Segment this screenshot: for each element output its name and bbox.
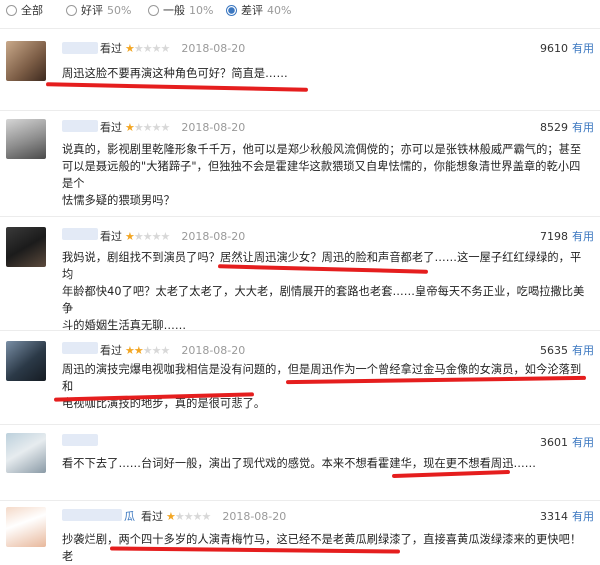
vote-area: 3601 有用 (540, 434, 594, 450)
watch-status: 看过 (100, 42, 122, 55)
review-text: 说真的，影视剧里乾隆形象千千万，他可以是郑少秋般风流倜傥的；亦可以是张铁林般威严… (62, 141, 587, 209)
review-item: 看过 ★★★★★ 2018-08-20 7198 有用 我妈说，剧组找不到演员了… (0, 216, 600, 332)
rating-stars-icon: ★★★★★ (125, 41, 170, 55)
username-tail[interactable]: 瓜 (124, 508, 135, 524)
review-date: 2018-08-20 (181, 120, 246, 134)
useful-button[interactable]: 有用 (572, 228, 594, 244)
red-underline (45, 82, 309, 92)
rating-filter-bar: 全部 好评 50% 一般 10% 差评 40% (0, 0, 600, 22)
review-line: 周迅这脸不要再演这种角色可好？简直是…… (62, 67, 288, 80)
review-header: 看过 ★★★★★ 2018-08-20 (100, 343, 246, 358)
review-date: 2018-08-20 (181, 343, 246, 357)
review-header: 看过 ★★★★★ 2018-08-20 (100, 120, 246, 135)
useful-button[interactable]: 有用 (572, 508, 594, 524)
review-item: 瓜 看过 ★★★★★ 2018-08-20 3314 有用 抄袭烂剧，两个四十多… (0, 500, 600, 563)
watch-status: 看过 (141, 510, 163, 523)
blurred-username[interactable] (62, 342, 98, 354)
useful-button[interactable]: 有用 (572, 40, 594, 56)
review-item: 看过 ★★★★★ 2018-08-20 8529 有用 说真的，影视剧里乾隆形象… (0, 110, 600, 211)
radio-icon[interactable] (148, 4, 159, 16)
review-text: 周迅的演技完爆电视咖我相信是没有问题的，但是周迅作为一个曾经拿过金马金像的女演员… (62, 361, 587, 412)
avatar[interactable] (6, 341, 46, 381)
useful-button[interactable]: 有用 (572, 119, 594, 135)
filter-label: 一般 (163, 4, 185, 17)
vote-count: 3601 (540, 435, 568, 449)
filter-positive[interactable]: 好评 50% (66, 2, 131, 18)
review-header: 瓜 看过 ★★★★★ 2018-08-20 (124, 508, 287, 524)
filter-percent: 40% (267, 3, 292, 17)
blurred-username[interactable] (62, 42, 98, 54)
radio-selected-icon[interactable] (226, 4, 237, 16)
vote-area: 3314 有用 (540, 508, 594, 524)
review-date: 2018-08-20 (181, 41, 246, 55)
vote-area: 9610 有用 (540, 40, 594, 56)
review-item: 看过 ★★★★★ 2018-08-20 9610 有用 周迅这脸不要再演这种角色… (0, 28, 600, 107)
vote-area: 7198 有用 (540, 228, 594, 244)
review-header: 看过 ★★★★★ 2018-08-20 (100, 229, 246, 244)
filter-label: 好评 (81, 4, 103, 17)
rating-stars-icon: ★★★★★ (125, 343, 170, 357)
review-line: 可以是聂远般的"大猪蹄子"，但独独不会是霍建华这款猥琐又自卑怯懦的，你能想象清世… (62, 160, 581, 190)
blurred-username[interactable] (62, 434, 98, 446)
vote-count: 7198 (540, 229, 568, 243)
avatar[interactable] (6, 433, 46, 473)
filter-percent: 10% (189, 3, 214, 17)
review-text: 我妈说，剧组找不到演员了吗？居然让周迅演少女？周迅的脸和声音都老了……这一屋子红… (62, 249, 587, 334)
review-line: 我妈说，剧组找不到演员了吗？居然让周迅演少女？周迅的脸和声音都老了……这一屋子红… (62, 251, 582, 281)
vote-count: 9610 (540, 41, 568, 55)
rating-stars-icon: ★★★★★ (166, 509, 211, 523)
blurred-username[interactable] (62, 228, 98, 240)
review-item: 3601 有用 看不下去了……台词好一般，演出了现代戏的感觉。本来不想看霍建华，… (0, 424, 600, 487)
filter-percent: 50% (107, 3, 132, 17)
rating-stars-icon: ★★★★★ (125, 229, 170, 243)
vote-count: 3314 (540, 509, 568, 523)
review-date: 2018-08-20 (181, 229, 246, 243)
review-line: 年龄都快40了吧？太老了太老了，大大老，剧情展开的套路也老套……皇帝每天不务正业… (62, 285, 585, 315)
blurred-username[interactable] (62, 120, 98, 132)
avatar[interactable] (6, 507, 46, 547)
review-line: 说真的，影视剧里乾隆形象千千万，他可以是郑少秋般风流倜傥的；亦可以是张铁林般威严… (62, 143, 582, 156)
rating-stars-icon: ★★★★★ (125, 120, 170, 134)
avatar[interactable] (6, 119, 46, 159)
radio-icon[interactable] (6, 4, 17, 16)
vote-area: 8529 有用 (540, 119, 594, 135)
filter-neutral[interactable]: 一般 10% (148, 2, 213, 18)
review-item: 看过 ★★★★★ 2018-08-20 5635 有用 周迅的演技完爆电视咖我相… (0, 330, 600, 411)
watch-status: 看过 (100, 344, 122, 357)
review-text: 周迅这脸不要再演这种角色可好？简直是…… (62, 65, 587, 82)
review-date: 2018-08-20 (222, 509, 287, 523)
review-line: 怯懦多疑的猥琐男吗？ (62, 194, 175, 207)
useful-button[interactable]: 有用 (572, 342, 594, 358)
avatar[interactable] (6, 227, 46, 267)
watch-status: 看过 (100, 230, 122, 243)
filter-negative[interactable]: 差评 40% (226, 2, 291, 18)
radio-icon[interactable] (66, 4, 77, 16)
filter-label: 差评 (241, 4, 263, 17)
useful-button[interactable]: 有用 (572, 434, 594, 450)
blurred-username[interactable] (62, 509, 122, 521)
vote-count: 8529 (540, 120, 568, 134)
vote-area: 5635 有用 (540, 342, 594, 358)
review-header: 看过 ★★★★★ 2018-08-20 (100, 41, 246, 56)
filter-all[interactable]: 全部 (6, 2, 43, 18)
watch-status: 看过 (100, 121, 122, 134)
vote-count: 5635 (540, 343, 568, 357)
filter-label: 全部 (21, 4, 43, 17)
avatar[interactable] (6, 41, 46, 81)
